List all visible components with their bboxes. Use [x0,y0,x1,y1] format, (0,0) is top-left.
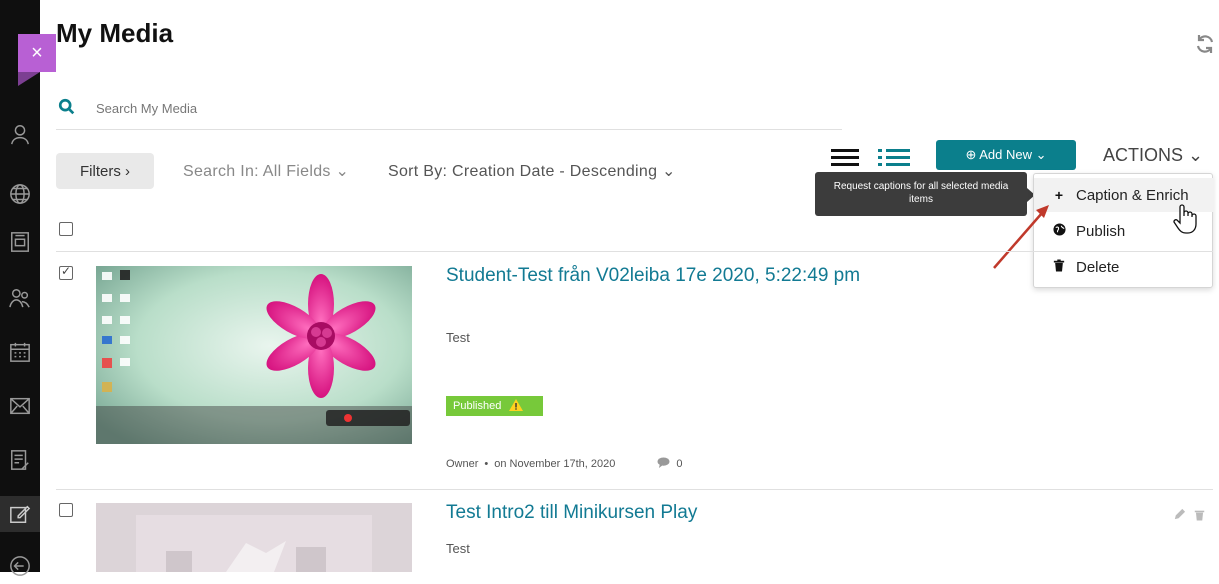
globe-icon[interactable] [0,176,40,212]
actions-menu-button[interactable]: ACTIONS ⌄ [1103,145,1203,166]
trash-icon [1052,259,1066,275]
close-button[interactable]: × [18,34,56,86]
select-all-checkbox[interactable] [59,222,73,236]
search-bar [56,94,842,130]
media-title-link[interactable]: Student-Test från V02leiba 17e 2020, 5:2… [446,262,886,289]
row-checkbox[interactable] [59,264,73,280]
status-label: Published [453,400,502,412]
people-icon[interactable] [0,280,40,316]
mail-icon[interactable] [0,388,40,424]
divider [56,251,1213,252]
row-checkbox[interactable] [59,503,73,517]
logout-icon[interactable] [0,548,40,584]
comment-count: 0 [676,458,683,470]
media-thumbnail[interactable] [96,266,412,444]
media-description: Test [446,330,470,345]
menu-item-label: Delete [1076,258,1120,276]
menu-item-label: Caption & Enrich [1076,186,1189,204]
warning-icon [509,398,524,414]
search-input[interactable] [96,96,696,120]
plus-icon: + [1054,187,1064,203]
search-icon [58,98,76,116]
media-thumbnail[interactable] [96,503,412,572]
page-title: My Media [56,18,174,48]
notes-icon[interactable] [0,442,40,478]
owner-label: Owner [446,458,479,470]
menu-item-label: Publish [1076,222,1126,240]
search-in-dropdown[interactable]: Search In: All Fields ⌄ [183,161,349,181]
add-new-button[interactable]: ⊕ Add New ⌄ [936,140,1076,170]
hand-cursor-icon [1172,203,1198,235]
date-label: on November 17th, 2020 [494,458,616,470]
delete-menu-item[interactable]: Delete [1034,250,1214,284]
divider [56,489,1213,490]
edit-icon[interactable] [0,496,40,532]
separator-dot: • [484,458,489,470]
list-view-icon[interactable] [829,146,865,170]
pencil-icon[interactable] [1173,508,1186,524]
layout-icon[interactable] [0,224,40,260]
globe-icon [1052,223,1066,239]
sort-by-dropdown[interactable]: Sort By: Creation Date - Descending ⌄ [388,161,676,181]
refresh-icon[interactable] [1193,32,1217,56]
comment-icon [657,457,670,471]
row-actions [1173,508,1213,524]
media-title-link[interactable]: Test Intro2 till Minikursen Play [446,499,886,526]
user-icon[interactable] [0,116,40,152]
caption-tooltip: Request captions for all selected media … [815,172,1035,216]
status-badge: Published [446,396,543,416]
media-description: Test [446,541,470,556]
media-meta: Owner • on November 17th, 2020 0 [446,457,682,471]
close-icon: × [31,41,43,64]
filters-button[interactable]: Filters › [56,153,154,189]
detailed-view-icon[interactable] [876,146,912,170]
trash-icon[interactable] [1194,508,1205,524]
calendar-icon[interactable] [0,334,40,370]
